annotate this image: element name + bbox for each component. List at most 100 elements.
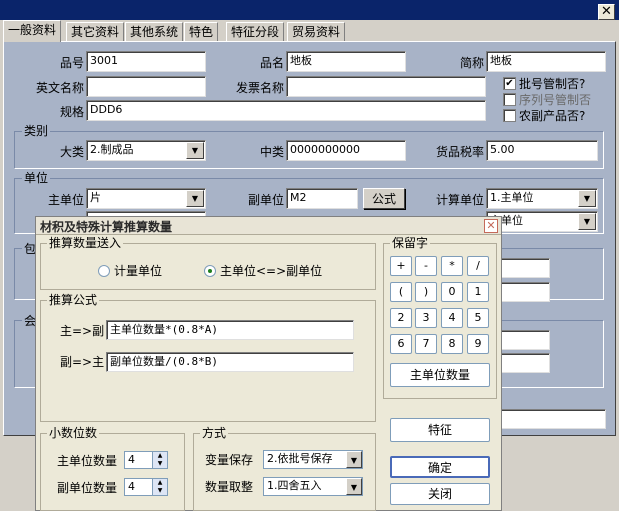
key-6[interactable]: 6 — [390, 334, 412, 354]
spec-label: 规格 — [59, 105, 84, 119]
tab-other[interactable]: 其它资料 — [66, 22, 125, 41]
key-3[interactable]: 3 — [415, 308, 437, 328]
sub-to-main-label: 副=>主 — [60, 355, 105, 369]
batch-control-checkbox[interactable]: ✔ — [503, 77, 516, 90]
close-button[interactable]: 关闭 — [390, 483, 490, 505]
key-5[interactable]: 5 — [467, 308, 489, 328]
radio-calc-unit-label: 计量单位 — [114, 264, 163, 278]
key-plus[interactable]: + — [390, 256, 412, 276]
round-label: 数量取整 — [205, 480, 254, 494]
tab-general[interactable]: 一般资料 — [3, 20, 62, 42]
key-0[interactable]: 0 — [441, 282, 463, 302]
chevron-down-icon[interactable]: ▼ — [578, 213, 596, 230]
main-unit-label: 主单位 — [47, 193, 84, 207]
radio-main-sub[interactable] — [204, 265, 216, 277]
formula-button[interactable]: 公式 — [363, 188, 405, 209]
acct-input-1[interactable] — [500, 330, 550, 350]
var-save-label: 变量保存 — [205, 453, 254, 467]
method-group — [193, 433, 376, 511]
key-8[interactable]: 8 — [441, 334, 463, 354]
method-group-title: 方式 — [200, 426, 229, 440]
pack-input-1[interactable] — [500, 258, 550, 278]
stepper-down-icon[interactable]: ▼ — [152, 487, 167, 495]
item-name-input[interactable]: 地板 — [286, 51, 406, 72]
middle-category-label: 中类 — [259, 145, 284, 159]
window-title-bar — [0, 0, 619, 22]
stepper-down-icon[interactable]: ▼ — [152, 460, 167, 468]
dialog-title: 材积及特殊计算推算数量 — [40, 220, 173, 234]
chevron-down-icon[interactable]: ▼ — [186, 142, 204, 159]
stepper-up-icon[interactable]: ▲ — [152, 452, 167, 460]
main-qty-decimal-stepper[interactable]: 4 ▲ ▼ — [124, 451, 168, 469]
chevron-down-icon[interactable]: ▼ — [578, 190, 596, 207]
main-qty-decimal-label: 主单位数量 — [57, 454, 118, 468]
tab-feature-segment[interactable]: 特征分段 — [226, 22, 285, 41]
radio-calc-unit[interactable] — [98, 265, 110, 277]
sub-qty-decimal-label: 副单位数量 — [57, 481, 118, 495]
item-no-input[interactable]: 3001 — [86, 51, 206, 72]
tax-rate-input[interactable]: 5.00 — [486, 140, 598, 161]
invoice-name-input[interactable] — [286, 76, 486, 97]
short-name-input[interactable]: 地板 — [486, 51, 606, 72]
key-2[interactable]: 2 — [390, 308, 412, 328]
tab-trade[interactable]: 贸易资料 — [287, 22, 346, 41]
radio-main-sub-label: 主单位<=>副单位 — [220, 264, 323, 278]
short-name-label: 简称 — [459, 56, 484, 70]
reserved-group-title: 保留字 — [390, 236, 431, 250]
key-divide[interactable]: / — [467, 256, 489, 276]
agri-product-checkbox[interactable] — [503, 109, 516, 122]
tab-other-system[interactable]: 其他系统 — [125, 22, 184, 41]
key-1[interactable]: 1 — [467, 282, 489, 302]
chevron-down-icon[interactable]: ▼ — [346, 478, 362, 495]
tax-rate-label: 货品税率 — [435, 145, 484, 159]
agri-product-label: 农副产品否? — [519, 109, 586, 123]
main-to-sub-label: 主=>副 — [60, 324, 105, 338]
spec-input[interactable]: DDD6 — [86, 100, 486, 121]
main-to-sub-input[interactable]: 主单位数量*(0.8*A) — [106, 320, 354, 340]
ok-button[interactable]: 确定 — [390, 456, 490, 478]
decimal-group — [40, 433, 185, 511]
calc-unit-select-2[interactable]: 主单位 ▼ — [486, 211, 598, 232]
pack-input-2[interactable] — [500, 282, 550, 302]
sub-qty-decimal-stepper[interactable]: 4 ▲ ▼ — [124, 478, 168, 496]
key-lparen[interactable]: ( — [390, 282, 412, 302]
stepper-up-icon[interactable]: ▲ — [152, 479, 167, 487]
item-name-label: 品名 — [259, 56, 284, 70]
main-unit-select[interactable]: 片 ▼ — [86, 188, 206, 209]
round-select[interactable]: 1.四舍五入 ▼ — [263, 477, 363, 496]
sub-unit-label: 副单位 — [247, 193, 284, 207]
unit-group-title: 单位 — [22, 171, 51, 185]
formula-group-title: 推算公式 — [47, 293, 100, 307]
serial-control-label: 序列号管制否 — [519, 93, 592, 107]
invoice-name-label: 发票名称 — [235, 81, 284, 95]
major-category-select[interactable]: 2.制成品 ▼ — [86, 140, 206, 161]
remark-input[interactable] — [500, 409, 606, 429]
chevron-down-icon[interactable]: ▼ — [186, 190, 204, 207]
key-7[interactable]: 7 — [415, 334, 437, 354]
english-name-input[interactable] — [86, 76, 206, 97]
key-multiply[interactable]: * — [441, 256, 463, 276]
tab-feature[interactable]: 特色 — [184, 22, 219, 41]
decimal-group-title: 小数位数 — [47, 426, 100, 440]
key-4[interactable]: 4 — [441, 308, 463, 328]
acct-input-2[interactable] — [500, 353, 550, 373]
calc-unit-label: 计算单位 — [435, 193, 484, 207]
push-group-title: 推算数量送入 — [47, 236, 124, 250]
key-rparen[interactable]: ) — [415, 282, 437, 302]
close-icon[interactable]: ✕ — [598, 4, 615, 20]
main-qty-button[interactable]: 主单位数量 — [390, 363, 490, 387]
key-9[interactable]: 9 — [467, 334, 489, 354]
key-minus[interactable]: - — [415, 256, 437, 276]
sub-unit-input[interactable]: M2 — [286, 188, 358, 209]
middle-category-input[interactable]: 0000000000 — [286, 140, 406, 161]
serial-control-checkbox[interactable] — [503, 93, 516, 106]
dialog-close-icon[interactable]: ✕ — [484, 219, 498, 233]
var-save-select[interactable]: 2.依批号保存 ▼ — [263, 450, 363, 469]
item-no-label: 品号 — [59, 56, 84, 70]
calc-unit-select[interactable]: 1.主单位 ▼ — [486, 188, 598, 209]
feature-button[interactable]: 特征 — [390, 418, 490, 442]
major-category-label: 大类 — [59, 145, 84, 159]
sub-to-main-input[interactable]: 副单位数量/(0.8*B) — [106, 352, 354, 372]
category-group-title: 类别 — [22, 124, 51, 138]
chevron-down-icon[interactable]: ▼ — [346, 451, 362, 468]
